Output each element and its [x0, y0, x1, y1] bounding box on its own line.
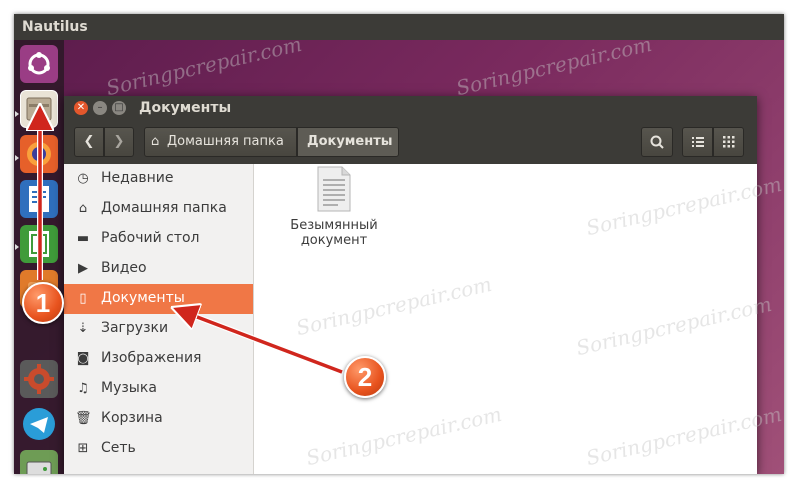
annotation-badge-1: 1	[22, 282, 64, 324]
screenshot-frame: Nautilus a	[14, 14, 784, 474]
annotation-arrows	[14, 14, 344, 375]
annotation-badge-2: 2	[344, 356, 386, 398]
